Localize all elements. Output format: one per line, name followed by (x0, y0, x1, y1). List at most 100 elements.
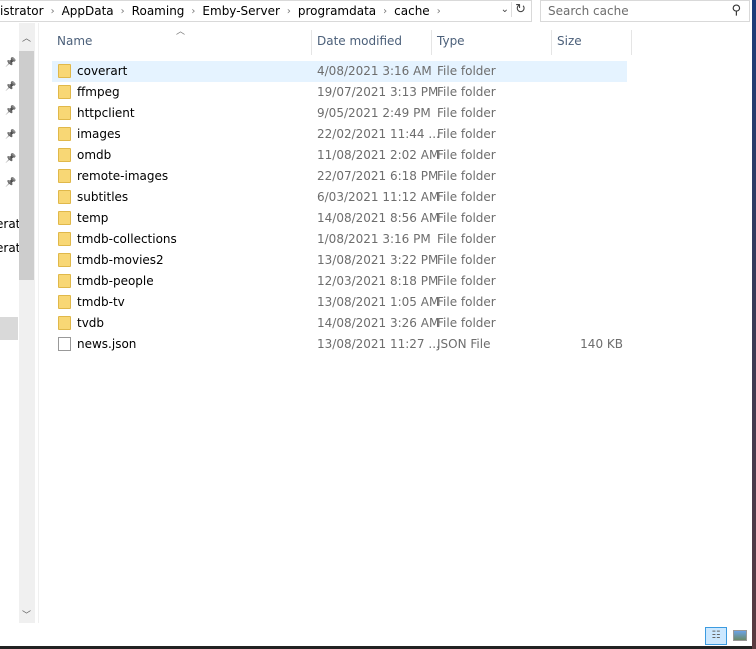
file-type: File folder (437, 127, 496, 141)
nav-item[interactable]: erat (0, 217, 20, 231)
file-name: tmdb-movies2 (77, 253, 164, 267)
file-row[interactable]: coverart 4/08/2021 3:16 AM File folder (52, 61, 627, 82)
search-icon[interactable]: ⚲ (731, 3, 741, 18)
file-date: 4/08/2021 3:16 AM (317, 64, 432, 78)
nav-scrollbar-thumb[interactable] (19, 51, 34, 280)
file-name: omdb (77, 148, 112, 162)
column-divider[interactable] (431, 30, 432, 55)
breadcrumb-item[interactable]: AppData (58, 4, 118, 18)
breadcrumb-item[interactable]: Roaming (128, 4, 189, 18)
file-date: 13/08/2021 11:27 ... (317, 337, 440, 351)
file-type: File folder (437, 295, 496, 309)
search-input[interactable]: Search cache ⚲ (540, 0, 750, 22)
folder-icon (58, 64, 71, 78)
file-type: File folder (437, 64, 496, 78)
column-divider[interactable] (631, 30, 632, 55)
pin-icon[interactable]: 📌 (5, 58, 16, 68)
file-type: File folder (437, 106, 496, 120)
breadcrumb-item[interactable]: Emby-Server (198, 4, 283, 18)
file-name: subtitles (77, 190, 129, 204)
file-type: File folder (437, 169, 496, 183)
file-row[interactable]: tvdb 14/08/2021 3:26 AM File folder (52, 313, 627, 334)
file-name: tmdb-people (77, 274, 154, 288)
sort-ascending-icon: ︿ (176, 27, 186, 37)
file-type: File folder (437, 190, 496, 204)
file-icon (58, 337, 71, 351)
file-size: 140 KB (580, 337, 623, 351)
search-placeholder: Search cache (548, 4, 629, 18)
breadcrumb-item[interactable]: programdata (294, 4, 380, 18)
breadcrumb-chevron-icon[interactable]: › (380, 6, 390, 17)
breadcrumb-item[interactable]: istrator (0, 4, 48, 18)
details-view-icon[interactable]: ☷ (705, 627, 727, 645)
pane-divider[interactable] (38, 23, 39, 623)
column-divider[interactable] (551, 30, 552, 55)
file-row[interactable]: tmdb-collections 1/08/2021 3:16 PM File … (52, 229, 627, 250)
file-row[interactable]: omdb 11/08/2021 2:02 AM File folder (52, 145, 627, 166)
file-row[interactable]: httpclient 9/05/2021 2:49 PM File folder (52, 103, 627, 124)
file-date: 14/08/2021 8:56 AM (317, 211, 440, 225)
file-type: File folder (437, 211, 496, 225)
file-date: 14/08/2021 3:26 AM (317, 316, 440, 330)
folder-icon (58, 253, 71, 267)
pin-icon[interactable]: 📌 (5, 154, 16, 164)
large-icons-view-icon[interactable] (733, 630, 747, 641)
file-row[interactable]: temp 14/08/2021 8:56 AM File folder (52, 208, 627, 229)
pin-icon[interactable]: 📌 (5, 130, 16, 140)
nav-selected-item[interactable] (0, 317, 18, 340)
file-name: tmdb-tv (77, 295, 125, 309)
folder-icon (58, 85, 71, 99)
folder-icon (58, 127, 71, 141)
file-date: 11/08/2021 2:02 AM (317, 148, 440, 162)
refresh-icon[interactable]: ↻ (511, 2, 526, 17)
breadcrumb-chevron-icon[interactable]: › (434, 6, 444, 17)
file-name: httpclient (77, 106, 135, 120)
breadcrumb-chevron-icon[interactable]: › (188, 6, 198, 17)
file-row[interactable]: subtitles 6/03/2021 11:12 AM File folder (52, 187, 627, 208)
file-row[interactable]: images 22/02/2021 11:44 ... File folder (52, 124, 627, 145)
file-name: remote-images (77, 169, 169, 183)
scroll-down-icon[interactable]: ﹀ (22, 608, 31, 621)
file-row[interactable]: news.json 13/08/2021 11:27 ... JSON File… (52, 334, 627, 355)
column-header-name[interactable]: Name (57, 34, 92, 48)
pin-icon[interactable]: 📌 (5, 178, 16, 188)
column-divider[interactable] (311, 30, 312, 55)
desktop-background (752, 0, 756, 649)
pin-icon[interactable]: 📌 (5, 82, 16, 92)
file-type: File folder (437, 274, 496, 288)
folder-icon (58, 106, 71, 120)
file-row[interactable]: ffmpeg 19/07/2021 3:13 PM File folder (52, 82, 627, 103)
address-bar[interactable]: istrator › AppData › Roaming › Emby-Server › pro… (0, 0, 532, 22)
file-date: 22/02/2021 11:44 ... (317, 127, 440, 141)
file-type: File folder (437, 316, 496, 330)
pin-icon[interactable]: 📌 (5, 106, 16, 116)
view-switcher: ☷ (705, 627, 747, 645)
folder-icon (58, 274, 71, 288)
file-row[interactable]: tmdb-people 12/03/2021 8:18 PM File fold… (52, 271, 627, 292)
file-type: JSON File (437, 337, 491, 351)
address-dropdown-icon[interactable]: ⌄ (501, 4, 509, 15)
folder-icon (58, 148, 71, 162)
file-name: news.json (77, 337, 137, 351)
file-row[interactable]: remote-images 22/07/2021 6:18 PM File fo… (52, 166, 627, 187)
file-date: 12/03/2021 8:18 PM (317, 274, 439, 288)
column-header-date[interactable]: Date modified (317, 34, 402, 48)
file-name: temp (77, 211, 109, 225)
column-header-size[interactable]: Size (557, 34, 582, 48)
file-type: File folder (437, 148, 496, 162)
file-row[interactable]: tmdb-tv 13/08/2021 1:05 AM File folder (52, 292, 627, 313)
folder-icon (58, 232, 71, 246)
file-date: 1/08/2021 3:16 PM (317, 232, 431, 246)
breadcrumb-chevron-icon[interactable]: › (284, 6, 294, 17)
file-type: File folder (437, 253, 496, 267)
file-date: 19/07/2021 3:13 PM (317, 85, 439, 99)
breadcrumb-item[interactable]: cache (390, 4, 434, 18)
file-name: tvdb (77, 316, 105, 330)
nav-item[interactable]: erat (0, 241, 20, 255)
column-header-type[interactable]: Type (437, 34, 465, 48)
breadcrumb-chevron-icon[interactable]: › (118, 6, 128, 17)
scroll-up-icon[interactable]: ︿ (22, 31, 31, 44)
file-date: 9/05/2021 2:49 PM (317, 106, 431, 120)
breadcrumb-chevron-icon[interactable]: › (48, 6, 58, 17)
file-row[interactable]: tmdb-movies2 13/08/2021 3:22 PM File fol… (52, 250, 627, 271)
